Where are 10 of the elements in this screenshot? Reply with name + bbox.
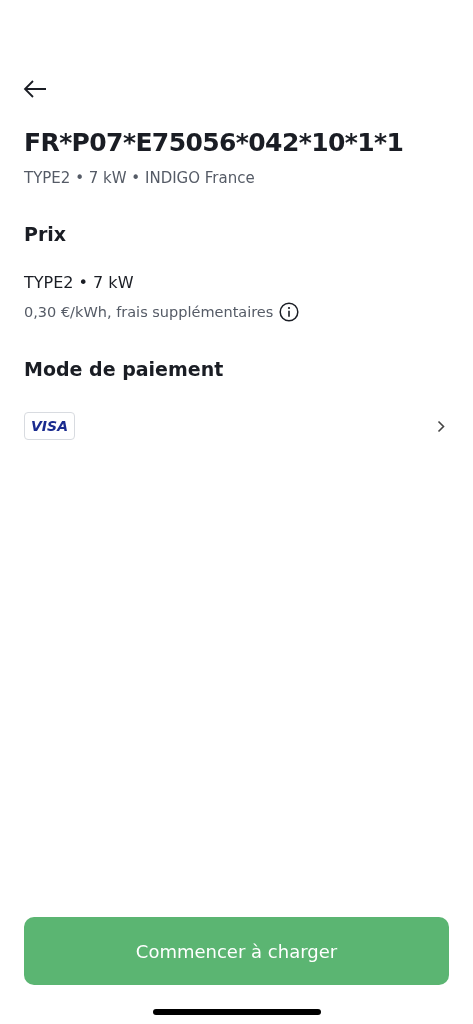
card-brand-logo[interactable]: VISA	[24, 412, 75, 440]
charger-id-title: FR*P07*E75056*042*10*1*1	[24, 128, 405, 157]
chevron-right-icon[interactable]	[437, 419, 445, 433]
charger-subtitle: TYPE2 • 7 kW • INDIGO France	[24, 169, 256, 187]
info-icon[interactable]	[279, 302, 300, 322]
section-heading: Prix	[24, 223, 68, 245]
back-icon[interactable]	[23, 80, 47, 98]
connector-text: TYPE2 • 7 kW	[24, 273, 135, 292]
section-heading: Mode de paiement	[24, 358, 225, 380]
price-rate: 0,30 €/kWh, frais supplémentaires	[24, 304, 274, 320]
